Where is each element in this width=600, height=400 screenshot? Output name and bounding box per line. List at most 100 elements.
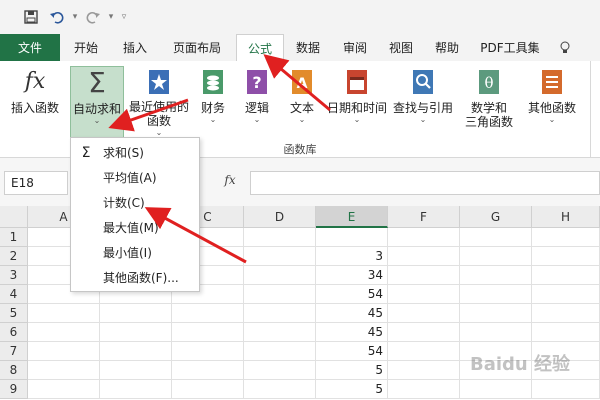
cell[interactable]	[532, 380, 600, 399]
cell[interactable]	[532, 323, 600, 342]
cell[interactable]	[388, 266, 460, 285]
tab-home[interactable]: 开始	[60, 34, 112, 61]
column-header-f[interactable]: F	[388, 206, 460, 228]
column-header-e[interactable]: E	[316, 206, 388, 228]
row-header[interactable]: 3	[0, 266, 28, 285]
cell[interactable]	[244, 380, 316, 399]
cell[interactable]	[532, 228, 600, 247]
more-functions-button[interactable]: 其他函数 ⌄	[522, 66, 582, 138]
lightbulb-icon[interactable]	[550, 34, 580, 61]
row-header[interactable]: 5	[0, 304, 28, 323]
column-header-d[interactable]: D	[244, 206, 316, 228]
row-header[interactable]: 8	[0, 361, 28, 380]
logical-button[interactable]: ? 逻辑 ⌄	[238, 66, 276, 138]
tab-data[interactable]: 数据	[284, 34, 332, 61]
row-header[interactable]: 1	[0, 228, 28, 247]
cell[interactable]: 3	[316, 247, 388, 266]
cell[interactable]	[244, 228, 316, 247]
save-icon[interactable]	[18, 6, 44, 28]
cell[interactable]	[388, 361, 460, 380]
chevron-down-icon[interactable]: ▾	[106, 12, 116, 22]
cell[interactable]	[460, 304, 532, 323]
datetime-button[interactable]: 日期和时间 ⌄	[325, 66, 389, 138]
cell[interactable]	[172, 304, 244, 323]
cell[interactable]	[244, 342, 316, 361]
row-header[interactable]: 4	[0, 285, 28, 304]
cell[interactable]	[28, 342, 100, 361]
chevron-down-icon[interactable]: ▾	[70, 12, 80, 22]
insert-function-button[interactable]: fx 插入函数	[4, 66, 66, 138]
cell[interactable]	[244, 361, 316, 380]
math-trig-button[interactable]: θ 数学和 三角函数	[458, 66, 520, 138]
cell[interactable]	[460, 323, 532, 342]
select-all-corner[interactable]	[0, 206, 28, 228]
menu-item-sum[interactable]: Σ 求和(S)	[71, 140, 199, 165]
menu-item-min[interactable]: 最小值(I)	[71, 240, 199, 265]
name-box[interactable]: E18	[4, 171, 68, 195]
cell[interactable]	[28, 304, 100, 323]
cell[interactable]: 54	[316, 342, 388, 361]
cell[interactable]	[100, 380, 172, 399]
cell[interactable]	[172, 342, 244, 361]
cell[interactable]	[28, 323, 100, 342]
tab-insert[interactable]: 插入	[112, 34, 158, 61]
cell[interactable]	[532, 247, 600, 266]
tab-view[interactable]: 视图	[378, 34, 424, 61]
menu-item-max[interactable]: 最大值(M)	[71, 215, 199, 240]
customize-qat-icon[interactable]: ▿	[116, 12, 132, 22]
cell[interactable]	[532, 266, 600, 285]
cell[interactable]	[172, 361, 244, 380]
column-header-h[interactable]: H	[532, 206, 600, 228]
cell[interactable]	[100, 361, 172, 380]
cell[interactable]	[100, 304, 172, 323]
cell[interactable]	[244, 285, 316, 304]
cell[interactable]	[244, 304, 316, 323]
financial-button[interactable]: 财务 ⌄	[194, 66, 232, 138]
cell[interactable]: 54	[316, 285, 388, 304]
cell[interactable]: 45	[316, 304, 388, 323]
cell[interactable]: 5	[316, 380, 388, 399]
cell[interactable]	[388, 228, 460, 247]
menu-item-more-functions[interactable]: 其他函数(F)...	[71, 265, 199, 290]
cell[interactable]	[388, 285, 460, 304]
cell[interactable]	[172, 323, 244, 342]
cell[interactable]	[100, 323, 172, 342]
lookup-button[interactable]: 查找与引用 ⌄	[391, 66, 455, 138]
undo-icon[interactable]	[44, 6, 70, 28]
tab-page-layout[interactable]: 页面布局	[158, 34, 236, 61]
column-header-g[interactable]: G	[460, 206, 532, 228]
cell[interactable]	[100, 342, 172, 361]
tab-review[interactable]: 审阅	[332, 34, 378, 61]
cell[interactable]	[460, 266, 532, 285]
text-button[interactable]: A 文本 ⌄	[283, 66, 321, 138]
redo-icon[interactable]	[80, 6, 106, 28]
autosum-button[interactable]: Σ 自动求和 ⌄	[70, 66, 124, 138]
tab-help[interactable]: 帮助	[424, 34, 470, 61]
cell[interactable]	[460, 247, 532, 266]
cell[interactable]	[244, 323, 316, 342]
cell[interactable]	[532, 285, 600, 304]
fx-icon[interactable]: fx	[218, 173, 242, 193]
menu-item-count[interactable]: 计数(C)	[71, 190, 199, 215]
cell[interactable]	[460, 380, 532, 399]
cell[interactable]	[388, 342, 460, 361]
cell[interactable]: 34	[316, 266, 388, 285]
cell[interactable]	[244, 266, 316, 285]
cell[interactable]	[28, 380, 100, 399]
row-header[interactable]: 2	[0, 247, 28, 266]
cell[interactable]	[172, 380, 244, 399]
row-header[interactable]: 7	[0, 342, 28, 361]
tab-formulas[interactable]: 公式	[236, 34, 284, 61]
cell[interactable]	[28, 361, 100, 380]
cell[interactable]	[460, 285, 532, 304]
cell[interactable]	[532, 304, 600, 323]
tab-pdf-tools[interactable]: PDF工具集	[470, 34, 550, 61]
cell[interactable]	[388, 323, 460, 342]
formula-input[interactable]	[250, 171, 600, 195]
recently-used-button[interactable]: 最近使用的 函数 ⌄	[128, 66, 190, 138]
cell[interactable]: 45	[316, 323, 388, 342]
cell[interactable]	[460, 228, 532, 247]
cell[interactable]	[244, 247, 316, 266]
tab-file[interactable]: 文件	[0, 34, 60, 61]
cell[interactable]: 5	[316, 361, 388, 380]
